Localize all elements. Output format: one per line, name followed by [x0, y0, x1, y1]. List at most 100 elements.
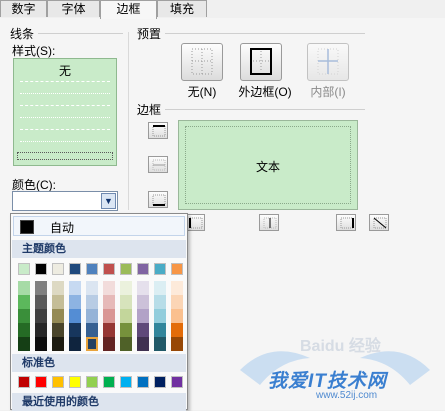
theme-shade-swatch[interactable]	[52, 281, 64, 295]
standard-color-swatch[interactable]	[137, 376, 149, 388]
theme-color-swatch[interactable]	[86, 263, 98, 275]
border-right-button[interactable]	[336, 214, 356, 231]
theme-shade-swatch[interactable]	[52, 323, 64, 337]
line-style-list[interactable]: 无	[13, 58, 117, 166]
theme-shade-swatch[interactable]	[137, 337, 149, 351]
theme-shade-swatch[interactable]	[35, 281, 47, 295]
line-style-selected[interactable]	[17, 152, 113, 160]
standard-color-swatch[interactable]	[154, 376, 166, 388]
theme-shade-swatch[interactable]	[171, 309, 183, 323]
theme-color-swatch[interactable]	[171, 263, 183, 275]
theme-shade-swatch[interactable]	[154, 323, 166, 337]
theme-shade-swatch[interactable]	[52, 337, 64, 351]
theme-color-swatch[interactable]	[69, 263, 81, 275]
border-inner-vertical-button[interactable]	[259, 214, 279, 231]
theme-shade-swatch[interactable]	[18, 281, 30, 295]
tab-border[interactable]: 边框	[100, 0, 157, 19]
tab-fill[interactable]: 填充	[157, 0, 207, 17]
theme-color-swatch[interactable]	[154, 263, 166, 275]
border-diagonal-down-button[interactable]	[369, 214, 389, 231]
theme-shade-swatch[interactable]	[137, 281, 149, 295]
line-style-option[interactable]	[20, 105, 110, 106]
line-style-none[interactable]: 无	[14, 62, 116, 79]
theme-color-swatch[interactable]	[120, 263, 132, 275]
theme-shade-swatch[interactable]	[120, 295, 132, 309]
theme-shade-swatch[interactable]	[103, 295, 115, 309]
theme-shade-swatch[interactable]	[18, 295, 30, 309]
theme-shade-swatch[interactable]	[35, 309, 47, 323]
theme-shade-swatch[interactable]	[103, 309, 115, 323]
theme-shade-swatch[interactable]	[69, 309, 81, 323]
tab-number[interactable]: 数字	[0, 0, 47, 17]
theme-shade-swatch[interactable]	[52, 295, 64, 309]
line-style-option[interactable]	[20, 129, 110, 130]
border-preview[interactable]: 文本	[178, 120, 358, 210]
tab-font[interactable]: 字体	[47, 0, 100, 17]
preset-outline-button[interactable]	[240, 43, 282, 81]
theme-color-swatch[interactable]	[35, 263, 47, 275]
standard-color-swatch[interactable]	[52, 376, 64, 388]
color-dropdown-swatch	[17, 196, 95, 206]
theme-shade-swatch[interactable]	[103, 281, 115, 295]
theme-shade-swatch[interactable]	[120, 323, 132, 337]
theme-shade-swatch[interactable]	[137, 309, 149, 323]
theme-shade-swatch[interactable]	[69, 323, 81, 337]
theme-shade-swatch[interactable]	[69, 281, 81, 295]
theme-shade-swatch[interactable]	[35, 337, 47, 351]
standard-color-swatch[interactable]	[69, 376, 81, 388]
theme-shade-swatch[interactable]	[120, 337, 132, 351]
theme-shade-swatch[interactable]	[154, 337, 166, 351]
line-style-option[interactable]	[20, 141, 110, 142]
preset-inside-label: 内部(I)	[310, 85, 346, 99]
theme-shade-swatch[interactable]	[86, 323, 98, 337]
theme-shade-swatch[interactable]	[137, 295, 149, 309]
theme-shade-swatch[interactable]	[35, 295, 47, 309]
automatic-color-label: 自动	[50, 221, 75, 235]
standard-color-swatch[interactable]	[35, 376, 47, 388]
theme-shade-swatch[interactable]	[171, 337, 183, 351]
theme-shade-swatch[interactable]	[103, 323, 115, 337]
theme-shade-swatch[interactable]	[171, 295, 183, 309]
line-style-option[interactable]	[20, 81, 110, 82]
border-left-button[interactable]	[185, 214, 205, 231]
theme-shade-swatch[interactable]	[18, 323, 30, 337]
line-style-option[interactable]	[20, 117, 110, 118]
theme-shade-swatch[interactable]	[86, 281, 98, 295]
theme-shade-swatch[interactable]	[35, 323, 47, 337]
theme-color-swatch[interactable]	[103, 263, 115, 275]
theme-shade-swatch[interactable]	[18, 337, 30, 351]
theme-shade-swatch[interactable]	[154, 295, 166, 309]
standard-color-swatch[interactable]	[86, 376, 98, 388]
chevron-down-icon[interactable]: ▼	[101, 193, 116, 209]
theme-color-swatch[interactable]	[52, 263, 64, 275]
theme-shade-swatch[interactable]	[86, 337, 98, 351]
theme-shade-swatch[interactable]	[18, 309, 30, 323]
theme-shade-swatch[interactable]	[154, 309, 166, 323]
border-top-button[interactable]	[148, 122, 168, 139]
preset-none-button[interactable]	[181, 43, 223, 81]
standard-color-swatch[interactable]	[103, 376, 115, 388]
theme-shade-swatch[interactable]	[137, 323, 149, 337]
theme-color-swatch[interactable]	[137, 263, 149, 275]
theme-shade-swatch[interactable]	[86, 295, 98, 309]
border-bottom-button[interactable]	[148, 191, 168, 208]
automatic-color-option[interactable]: 自动	[13, 216, 185, 236]
standard-color-swatch[interactable]	[120, 376, 132, 388]
theme-shade-swatch[interactable]	[103, 337, 115, 351]
color-dropdown[interactable]: ▼	[12, 191, 118, 211]
line-style-option[interactable]	[20, 93, 110, 94]
standard-color-swatch[interactable]	[18, 376, 30, 388]
theme-shade-swatch[interactable]	[86, 309, 98, 323]
theme-shade-swatch[interactable]	[52, 309, 64, 323]
theme-shade-swatch[interactable]	[69, 337, 81, 351]
theme-shade-swatch[interactable]	[154, 281, 166, 295]
theme-shade-swatch[interactable]	[120, 309, 132, 323]
border-inner-horizontal-button[interactable]	[148, 156, 168, 173]
theme-shade-swatch[interactable]	[69, 295, 81, 309]
theme-color-swatch[interactable]	[18, 263, 30, 275]
preset-inside-button[interactable]	[307, 43, 349, 81]
theme-shade-swatch[interactable]	[120, 281, 132, 295]
theme-shade-swatch[interactable]	[171, 323, 183, 337]
standard-color-swatch[interactable]	[171, 376, 183, 388]
theme-shade-swatch[interactable]	[171, 281, 183, 295]
